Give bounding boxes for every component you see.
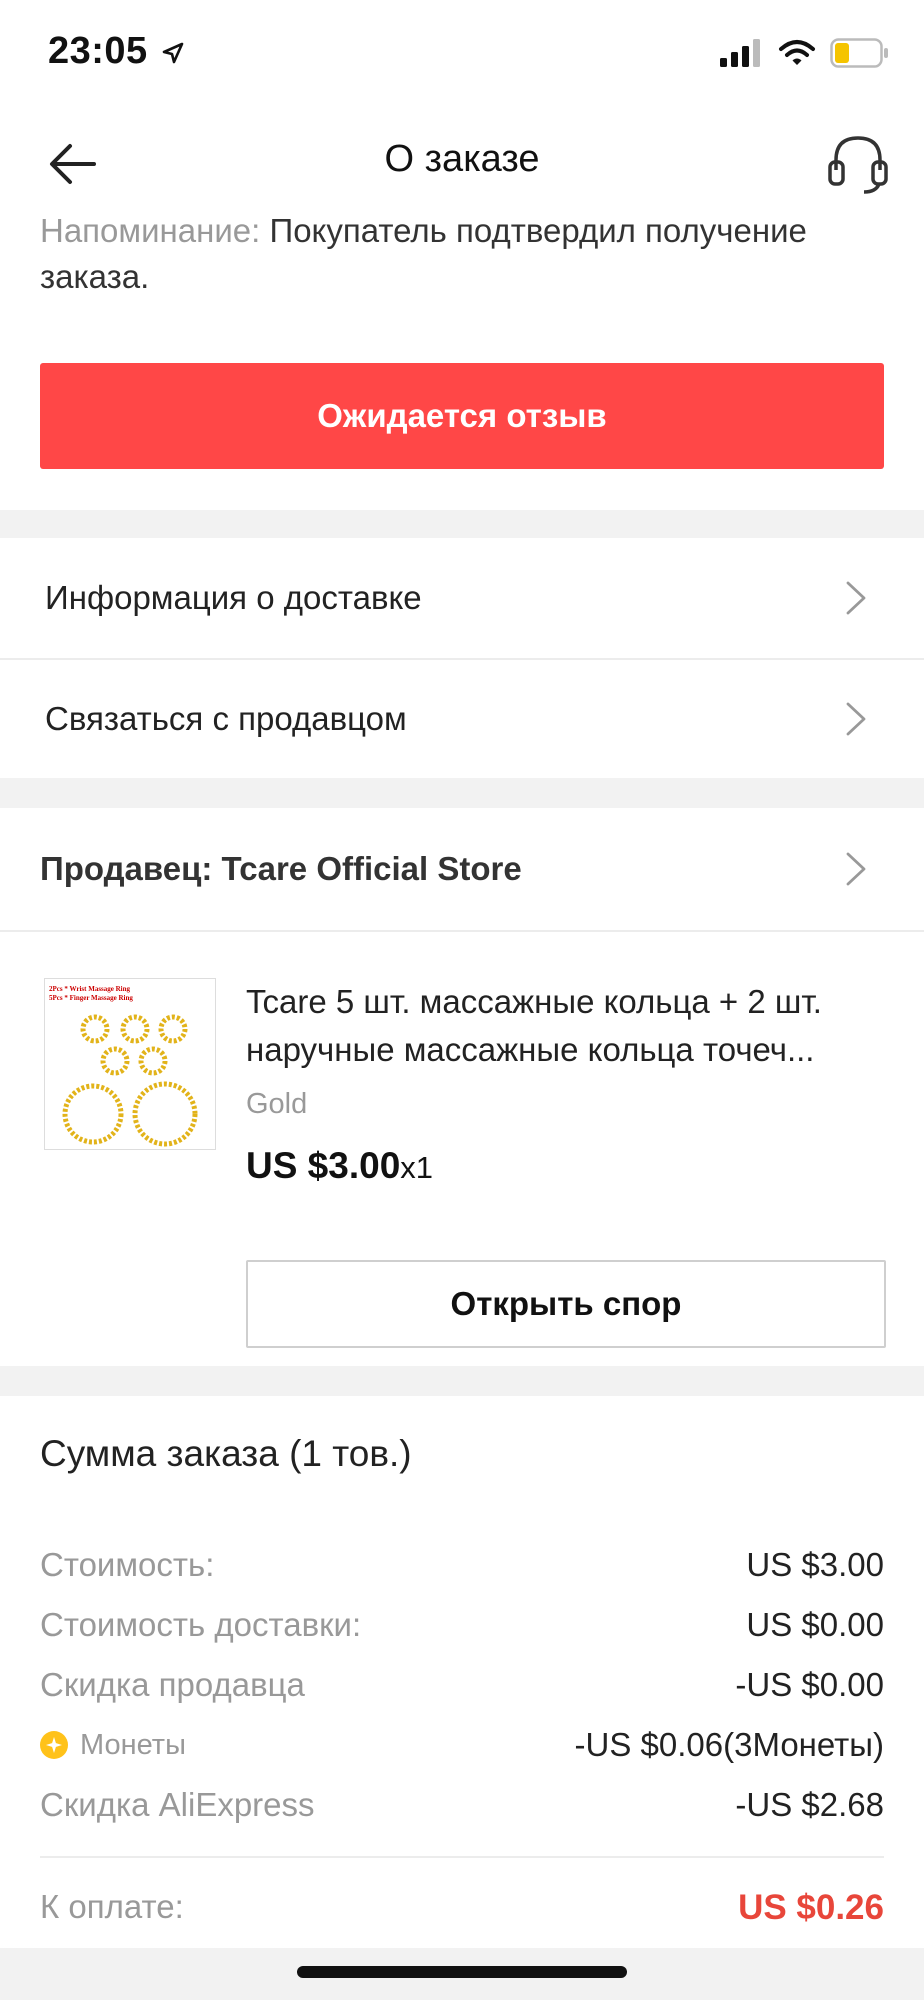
summary-row-cost: Стоимость: US $3.00 [40,1546,884,1584]
section-gap [0,1366,924,1396]
reminder-label: Напоминание: [40,212,261,249]
chevron-right-icon [846,702,866,736]
page-title: О заказе [384,138,540,180]
battery-icon [830,38,888,68]
summary-row-coins: Монеты -US $0.06(3Монеты) [40,1726,884,1764]
summary-row-shipping: Стоимость доставки: US $0.00 [40,1606,884,1644]
summary-label: Стоимость доставки: [40,1606,362,1643]
section-gap [0,510,924,538]
delivery-info-label: Информация о доставке [45,579,422,616]
location-arrow-icon [162,42,184,64]
summary-row-seller-discount: Скидка продавца -US $0.00 [40,1666,884,1704]
quantity: x1 [400,1150,434,1185]
awaiting-review-button[interactable]: Ожидается отзыв [40,363,884,469]
section-gap [0,778,924,808]
divider [40,1856,884,1858]
status-icons [720,38,890,68]
seller-name: Продавец: Tcare Official Store [40,850,522,887]
summary-label: Стоимость: [40,1546,215,1583]
product-price: US $3.00x1 [246,1145,433,1187]
status-time: 23:05 [48,30,185,73]
order-summary-title: Сумма заказа (1 тов.) [40,1433,412,1474]
reminder-text: Напоминание: Покупатель подтвердил получ… [40,208,860,300]
contact-seller-label: Связаться с продавцом [45,700,407,737]
headset-icon [828,136,888,194]
signal-icon [720,39,760,67]
wifi-icon [779,40,815,65]
chevron-right-icon [846,581,866,615]
summary-label: Скидка продавца [40,1666,305,1703]
summary-value: -US $0.00 [735,1666,884,1703]
product-variant: Gold [246,1088,308,1120]
coin-icon [40,1731,68,1759]
total-label: К оплате: [40,1888,184,1925]
seller-row[interactable]: Продавец: Tcare Official Store [0,808,924,930]
summary-row-total: К оплате: US $0.26 [40,1888,884,1928]
delivery-info-row[interactable]: Информация о доставке [0,538,924,658]
summary-label: Монеты [80,1728,186,1761]
home-indicator[interactable] [297,1966,627,1978]
summary-value: US $0.00 [746,1606,884,1643]
open-dispute-button[interactable]: Открыть спор [246,1260,886,1348]
summary-value: -US $2.68 [735,1786,884,1823]
contact-seller-row[interactable]: Связаться с продавцом [0,660,924,778]
massage-rings-image [62,1014,198,1147]
summary-value: -US $0.06(3Монеты) [574,1726,884,1763]
summary-row-aliexpress-discount: Скидка AliExpress -US $2.68 [40,1786,884,1824]
price-value: US $3.00 [246,1145,401,1186]
divider [0,930,924,932]
product-title[interactable]: Tcare 5 шт. массажные кольца + 2 шт. нар… [246,978,886,1074]
summary-value: US $3.00 [746,1546,884,1583]
product-thumbnail[interactable]: 2Pcs * Wrist Massage Ring 5Pcs * Finger … [44,978,216,1150]
total-value: US $0.26 [738,1888,884,1927]
chevron-right-icon [846,852,866,886]
support-button[interactable] [822,128,894,200]
summary-label: Скидка AliExpress [40,1786,315,1823]
